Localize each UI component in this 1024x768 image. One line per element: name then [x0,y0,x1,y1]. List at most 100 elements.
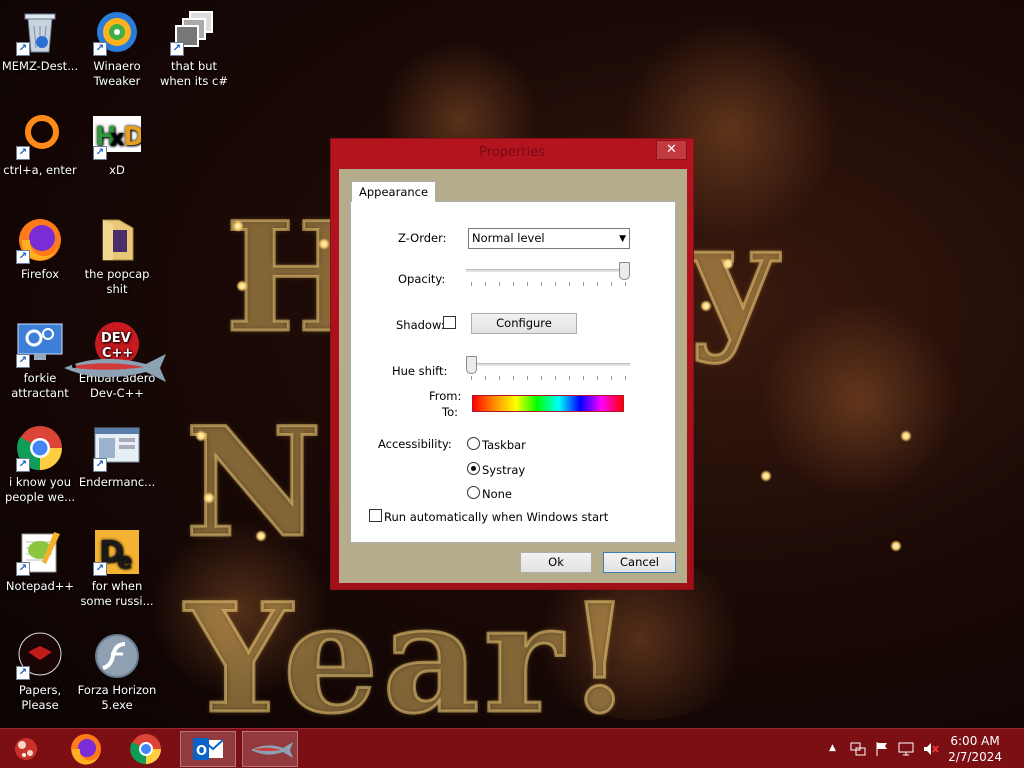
opacity-label: Opacity: [398,272,446,286]
desktop-icon-ctrl-a[interactable]: ↗ ctrl+a, enter [0,112,80,178]
clock-date: 2/7/2024 [948,750,1002,764]
chevron-down-icon: ▼ [619,234,626,244]
desktop-icon-notepadpp[interactable]: ↗ Notepad++ [0,528,80,594]
hue-slider-ticks [471,376,626,380]
desktop-icon-label: Forza Horizon 5.exe [77,683,157,712]
hxd-icon: HxD ↗ [93,112,145,160]
folder-icon [93,216,141,264]
shortcut-arrow-icon: ↗ [16,666,30,680]
cancel-button[interactable]: Cancel [603,552,676,573]
desktop-icon-popcap[interactable]: the popcap shit [77,216,157,297]
taskbar-firefox[interactable] [58,731,114,767]
outlook-icon: O [193,738,224,760]
shortcut-arrow-icon: ↗ [93,458,107,472]
opacity-slider-thumb[interactable] [619,262,630,280]
radio-taskbar[interactable] [467,437,480,450]
taskbar: O ▲ 6:00 AM 2/7/2024 [0,728,1024,768]
desktop-icon-label: that but when its c# [159,59,229,88]
zorder-value: Normal level [472,231,545,245]
shortcut-arrow-icon: ↗ [16,250,30,264]
taskbar-fish-app[interactable] [242,731,298,767]
desktop-icon-chrome-shortcut[interactable]: ↗ i know you people we... [0,424,80,505]
opacity-slider-ticks [471,282,626,286]
desktop-icon-endermanch[interactable]: ↗ Endermanc... [77,424,157,490]
radio-none[interactable] [467,486,480,499]
shadow-checkbox[interactable] [443,316,456,329]
clock-time: 6:00 AM [950,734,1000,748]
dialog-title: Properties [479,145,545,160]
hue-shift-label: Hue shift: [392,364,448,378]
radio-taskbar-label: Taskbar [482,438,526,452]
desktop-icon-xd[interactable]: HxD ↗ xD [77,112,157,178]
recycle-bin-icon: ↗ [16,8,64,56]
start-orb-icon [15,738,37,760]
zorder-select[interactable]: Normal level ▼ [468,228,630,249]
desktop-icon-label: Notepad++ [5,579,75,593]
desktop-icon-label: Firefox [20,267,60,281]
shortcut-arrow-icon: ↗ [170,42,184,56]
desktop-icon-firefox[interactable]: ↗ Firefox [0,216,80,282]
shortcut-arrow-icon: ↗ [16,146,30,160]
fish-icon [251,742,293,758]
desktop-icon-label: Papers, Please [18,683,62,712]
shortcut-arrow-icon: ↗ [93,562,107,576]
svg-text:DEV: DEV [101,331,131,346]
papers-please-icon: ↗ [16,632,64,680]
desktop-icon-label: MEMZ-Dest... [1,59,79,73]
notepadpp-icon: ↗ [16,528,64,576]
desktop-icon-label: Winaero Tweaker [93,59,141,88]
volume-muted-icon[interactable] [922,741,940,760]
ok-button[interactable]: Ok [520,552,592,573]
desktop-icon-forza[interactable]: Forza Horizon 5.exe [77,632,157,713]
accessibility-label: Accessibility: [378,437,452,451]
radio-systray[interactable] [467,462,480,475]
desktop-icon-label: for when some russi... [80,579,154,608]
desktop-icon-label: Endermanc... [78,475,156,489]
firefox-icon [71,734,101,765]
orange-ring-icon: ↗ [16,112,64,160]
shortcut-arrow-icon: ↗ [93,146,107,160]
autorun-checkbox[interactable] [369,509,382,522]
tray-chevron-up-icon[interactable]: ▲ [829,743,836,753]
winaero-tweaker-icon: ↗ [93,8,141,56]
window-app-icon: ↗ [93,424,141,472]
taskbar-outlook[interactable]: O [180,731,236,767]
network-icon[interactable] [850,741,866,760]
monitor-icon[interactable] [898,741,914,760]
shortcut-arrow-icon: ↗ [16,354,30,368]
desktop-icon-russian[interactable]: De ↗ for when some russi... [77,528,157,609]
configure-button[interactable]: Configure [471,313,577,334]
to-label: To: [442,405,458,419]
desktop-icon-label: the popcap shit [84,267,150,296]
close-icon: ✕ [666,142,677,157]
shortcut-arrow-icon: ↗ [16,42,30,56]
radio-none-label: None [482,487,513,501]
start-button[interactable] [0,731,56,767]
desktop-icon-label: ctrl+a, enter [3,163,77,177]
appearance-panel: Z-Order: Normal level ▼ Opacity: Shadow:… [350,201,676,543]
properties-dialog: Properties ✕ Appearance Z-Order: Normal … [330,138,694,590]
svg-text:e: e [117,549,132,574]
desktop-icon-csharp[interactable]: ↗ that but when its c# [154,8,234,89]
shortcut-arrow-icon: ↗ [16,458,30,472]
flag-icon[interactable] [874,741,890,760]
gear-monitor-icon: ↗ [16,320,64,368]
hue-slider-thumb[interactable] [466,356,477,374]
hue-slider-track[interactable] [466,363,630,366]
shortcut-arrow-icon: ↗ [93,42,107,56]
autorun-label: Run automatically when Windows start [384,510,609,524]
radio-systray-label: Systray [482,463,526,477]
shadow-label: Shadow: [396,318,445,332]
dialog-body: Appearance Z-Order: Normal level ▼ Opaci… [339,169,687,583]
desktop-icon-winaero[interactable]: ↗ Winaero Tweaker [77,8,157,89]
taskbar-clock[interactable]: 6:00 AM 2/7/2024 [948,733,1002,765]
fish-icon [60,350,170,386]
desktop-icon-papers-please[interactable]: ↗ Papers, Please [0,632,80,713]
taskbar-chrome[interactable] [118,731,174,767]
opacity-slider-track[interactable] [466,269,630,272]
chrome-icon: ↗ [16,424,64,472]
tab-appearance[interactable]: Appearance [351,181,437,202]
dialog-titlebar[interactable]: Properties ✕ [331,139,693,166]
close-button[interactable]: ✕ [656,140,687,160]
desktop-icon-memz[interactable]: ↗ MEMZ-Dest... [0,8,80,74]
